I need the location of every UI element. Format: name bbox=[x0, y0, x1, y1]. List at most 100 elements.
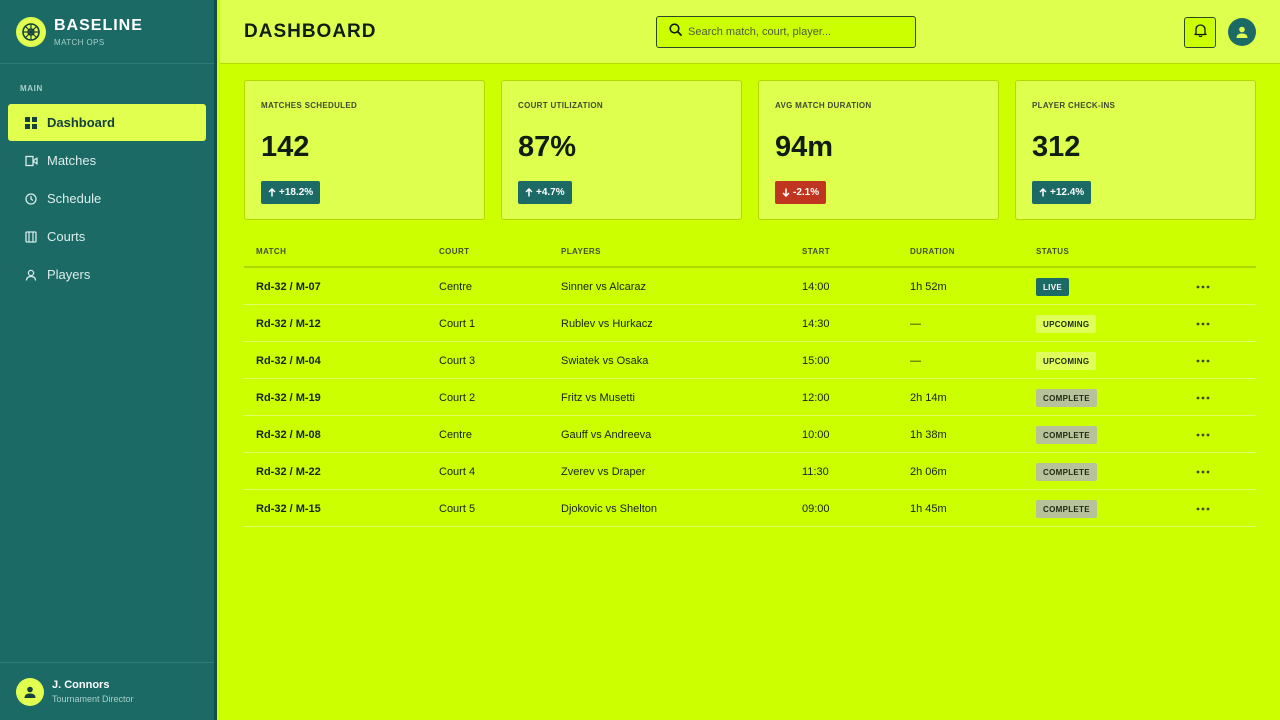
kpi-label: COURT UTILIZATION bbox=[518, 101, 603, 110]
more-options-icon[interactable] bbox=[1196, 356, 1210, 366]
match-id: Rd-32 / M-08 bbox=[256, 429, 321, 441]
sidebar-item-matches[interactable]: Matches bbox=[8, 142, 206, 179]
start-cell: 14:00 bbox=[802, 281, 830, 293]
start-cell: 09:00 bbox=[802, 503, 830, 515]
sidebar-item-label: Courts bbox=[47, 229, 86, 244]
kpi-delta-value: +18.2% bbox=[279, 187, 314, 198]
kpi-value: 312 bbox=[1032, 131, 1081, 163]
players-cell: Zverev vs Draper bbox=[561, 466, 646, 478]
start-cell: 11:30 bbox=[802, 466, 829, 478]
table-row[interactable]: Rd-32 / M-07 Centre Sinner vs Alcaraz 14… bbox=[244, 268, 1256, 305]
avatar[interactable] bbox=[1228, 18, 1256, 46]
players-cell: Rublev vs Hurkacz bbox=[561, 318, 653, 330]
bell-icon bbox=[1193, 23, 1207, 42]
user-name: J. Connors bbox=[52, 679, 110, 691]
duration-cell: 1h 38m bbox=[910, 429, 947, 441]
brand-name: BASELINE bbox=[54, 16, 143, 34]
court-icon bbox=[24, 230, 38, 244]
kpi-card-avg-match-duration: AVG MATCH DURATION 94m -2.1% bbox=[758, 80, 999, 220]
brand[interactable]: BASELINE MATCH OPS bbox=[0, 0, 214, 64]
user-role: Tournament Director bbox=[52, 694, 134, 704]
video-icon bbox=[24, 154, 38, 168]
table-row[interactable]: Rd-32 / M-22 Court 4 Zverev vs Draper 11… bbox=[244, 453, 1256, 490]
arrow-up-icon bbox=[1039, 188, 1047, 197]
sidebar-item-courts[interactable]: Courts bbox=[8, 218, 206, 255]
sidebar-item-players[interactable]: Players bbox=[8, 256, 206, 293]
column-header-duration[interactable]: DURATION bbox=[910, 247, 955, 256]
kpi-label: MATCHES SCHEDULED bbox=[261, 101, 358, 110]
search-input[interactable] bbox=[688, 26, 898, 38]
search-icon bbox=[669, 23, 682, 41]
sidebar-item-label: Dashboard bbox=[47, 115, 115, 130]
duration-cell: 2h 14m bbox=[910, 392, 947, 404]
match-id: Rd-32 / M-04 bbox=[256, 355, 321, 367]
page-title: DASHBOARD bbox=[244, 21, 377, 42]
table-row[interactable]: Rd-32 / M-12 Court 1 Rublev vs Hurkacz 1… bbox=[244, 305, 1256, 342]
sidebar-nav: Dashboard Matches Schedule Courts Player… bbox=[0, 104, 214, 293]
brand-subtitle: MATCH OPS bbox=[54, 37, 105, 47]
notifications-button[interactable] bbox=[1184, 17, 1216, 48]
table-row[interactable]: Rd-32 / M-04 Court 3 Swiatek vs Osaka 15… bbox=[244, 342, 1256, 379]
status-badge: COMPLETE bbox=[1036, 426, 1097, 444]
table-header: MATCH COURT PLAYERS START DURATION STATU… bbox=[244, 236, 1256, 268]
nav-section-label: MAIN bbox=[20, 84, 43, 93]
match-id: Rd-32 / M-19 bbox=[256, 392, 321, 404]
kpi-card-player-check-ins: PLAYER CHECK-INS 312 +12.4% bbox=[1015, 80, 1256, 220]
court-cell: Court 3 bbox=[439, 355, 476, 367]
court-cell: Court 2 bbox=[439, 392, 476, 404]
table-row[interactable]: Rd-32 / M-19 Court 2 Fritz vs Musetti 12… bbox=[244, 379, 1256, 416]
kpi-delta-value: +4.7% bbox=[536, 187, 565, 198]
status-badge: COMPLETE bbox=[1036, 463, 1097, 481]
start-cell: 15:00 bbox=[802, 355, 830, 367]
duration-cell: — bbox=[910, 355, 921, 367]
user-icon bbox=[24, 268, 38, 282]
players-cell: Sinner vs Alcaraz bbox=[561, 281, 646, 293]
court-cell: Court 4 bbox=[439, 466, 476, 478]
more-options-icon[interactable] bbox=[1196, 504, 1210, 514]
status-badge: COMPLETE bbox=[1036, 389, 1097, 407]
sidebar-item-label: Players bbox=[47, 267, 91, 282]
start-cell: 14:30 bbox=[802, 318, 830, 330]
duration-cell: — bbox=[910, 318, 921, 330]
sidebar-item-dashboard[interactable]: Dashboard bbox=[8, 104, 206, 141]
column-header-court[interactable]: COURT bbox=[439, 247, 469, 256]
players-cell: Fritz vs Musetti bbox=[561, 392, 635, 404]
tennis-ball-icon bbox=[16, 16, 46, 47]
more-options-icon[interactable] bbox=[1196, 393, 1210, 403]
kpi-delta-value: -2.1% bbox=[793, 187, 820, 198]
start-cell: 10:00 bbox=[802, 429, 830, 441]
kpi-delta-badge: -2.1% bbox=[775, 181, 827, 204]
more-options-icon[interactable] bbox=[1196, 430, 1210, 440]
sidebar-user[interactable]: J. Connors Tournament Director bbox=[0, 662, 214, 720]
start-cell: 12:00 bbox=[802, 392, 830, 404]
column-header-status[interactable]: STATUS bbox=[1036, 247, 1069, 256]
table-row[interactable]: Rd-32 / M-08 Centre Gauff vs Andreeva 10… bbox=[244, 416, 1256, 453]
kpi-card-matches-scheduled: MATCHES SCHEDULED 142 +18.2% bbox=[244, 80, 485, 220]
court-cell: Court 5 bbox=[439, 503, 476, 515]
more-options-icon[interactable] bbox=[1196, 319, 1210, 329]
column-header-match[interactable]: MATCH bbox=[256, 247, 286, 256]
sidebar-item-label: Schedule bbox=[47, 191, 102, 206]
duration-cell: 1h 52m bbox=[910, 281, 947, 293]
kpi-label: AVG MATCH DURATION bbox=[775, 101, 872, 110]
match-id: Rd-32 / M-07 bbox=[256, 281, 321, 293]
court-cell: Centre bbox=[439, 281, 473, 293]
kpi-delta-badge: +4.7% bbox=[518, 181, 572, 204]
table-row[interactable]: Rd-32 / M-15 Court 5 Djokovic vs Shelton… bbox=[244, 490, 1256, 527]
status-badge: COMPLETE bbox=[1036, 500, 1097, 518]
kpi-delta-badge: +12.4% bbox=[1032, 181, 1092, 204]
court-cell: Court 1 bbox=[439, 318, 476, 330]
players-cell: Djokovic vs Shelton bbox=[561, 503, 657, 515]
arrow-up-icon bbox=[268, 188, 276, 197]
kpi-value: 94m bbox=[775, 131, 834, 163]
kpi-label: PLAYER CHECK-INS bbox=[1032, 101, 1116, 110]
match-id: Rd-32 / M-15 bbox=[256, 503, 321, 515]
sidebar-item-schedule[interactable]: Schedule bbox=[8, 180, 206, 217]
more-options-icon[interactable] bbox=[1196, 282, 1210, 292]
column-header-start[interactable]: START bbox=[802, 247, 830, 256]
more-options-icon[interactable] bbox=[1196, 467, 1210, 477]
column-header-players[interactable]: PLAYERS bbox=[561, 247, 601, 256]
search-box[interactable] bbox=[656, 16, 916, 48]
kpi-delta-badge: +18.2% bbox=[261, 181, 321, 204]
court-cell: Centre bbox=[439, 429, 473, 441]
